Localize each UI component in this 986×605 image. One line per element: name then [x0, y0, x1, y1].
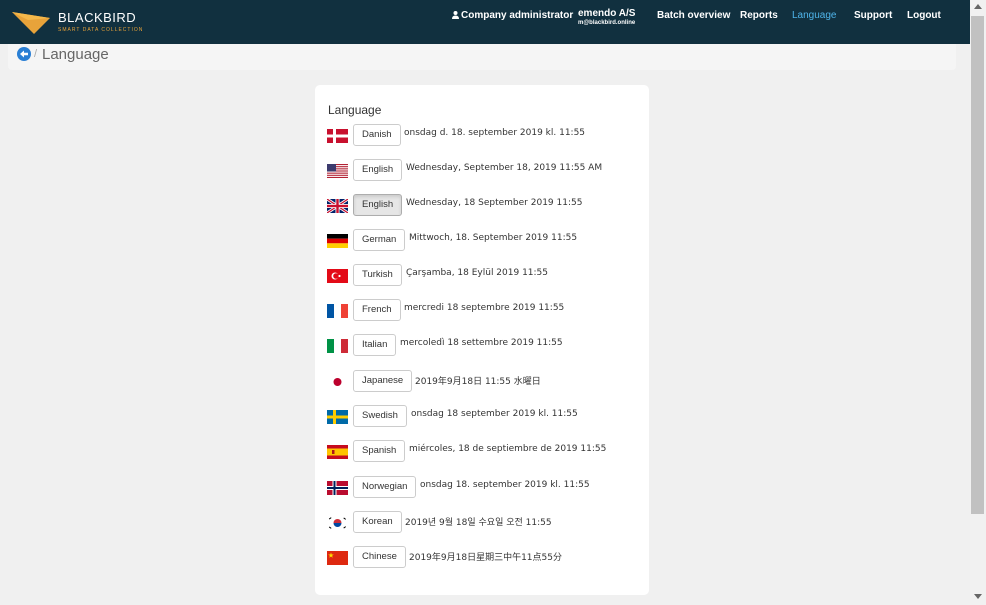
language-date-example: miércoles, 18 de septiembre de 2019 11:5…	[409, 444, 607, 454]
brand-tagline: SMART DATA COLLECTION	[58, 27, 144, 33]
nav-company-administrator[interactable]: Company administrator	[452, 10, 573, 21]
nav-batch-overview[interactable]: Batch overview	[657, 10, 730, 21]
language-date-example: mercredi 18 septembre 2019 11:55	[404, 303, 565, 313]
back-arrow-circle-icon[interactable]	[17, 47, 31, 61]
scroll-down-arrow-icon[interactable]	[974, 594, 982, 599]
scroll-up-arrow-icon[interactable]	[974, 4, 982, 9]
flag-uk-icon	[327, 199, 348, 213]
flag-germany-icon	[327, 234, 348, 248]
language-date-example: 2019年9月18日 11:55 水曜日	[415, 377, 541, 387]
language-button-italian[interactable]: Italian	[353, 334, 397, 356]
flag-norway-icon	[327, 481, 348, 495]
language-button-danish[interactable]: Danish	[353, 124, 401, 146]
page-title: Language	[42, 46, 109, 63]
flag-sweden-icon	[327, 410, 348, 424]
language-button-english-uk[interactable]: English	[353, 194, 403, 216]
language-date-example: mercoledì 18 settembre 2019 11:55	[400, 338, 563, 348]
flag-japan-icon	[327, 375, 348, 389]
scrollbar-thumb[interactable]	[971, 16, 984, 514]
flag-china-icon	[327, 551, 348, 565]
language-button-turkish[interactable]: Turkish	[353, 264, 402, 286]
org-name: emendo A/S	[578, 8, 636, 19]
flag-france-icon	[327, 304, 348, 318]
breadcrumb-separator: /	[34, 48, 38, 60]
language-button-korean[interactable]: Korean	[353, 511, 402, 533]
flag-turkey-icon	[327, 269, 348, 283]
nav-company-administrator-label: Company administrator	[461, 10, 574, 21]
language-button-swedish[interactable]: Swedish	[353, 405, 407, 427]
blackbird-logo-icon[interactable]	[12, 10, 52, 36]
language-card: Language Danish onsdag d. 18. september …	[315, 85, 649, 595]
language-button-chinese[interactable]: Chinese	[353, 546, 406, 568]
flag-korea-icon	[327, 516, 348, 530]
language-button-spanish[interactable]: Spanish	[353, 440, 406, 462]
flag-usa-icon	[327, 164, 348, 178]
page-scrollbar[interactable]	[970, 0, 986, 605]
language-date-example: onsdag 18 september 2019 kl. 11:55	[411, 409, 578, 419]
brand-name: BLACKBIRD	[58, 10, 137, 25]
card-title: Language	[328, 103, 382, 117]
top-navbar: BLACKBIRD SMART DATA COLLECTION Company …	[0, 0, 970, 44]
language-button-japanese[interactable]: Japanese	[353, 370, 413, 392]
language-date-example: onsdag 18. september 2019 kl. 11:55	[420, 480, 590, 490]
org-email: m@blackbird.online	[578, 20, 636, 26]
language-button-german[interactable]: German	[353, 229, 406, 251]
nav-language[interactable]: Language	[792, 10, 837, 21]
flag-denmark-icon	[327, 129, 348, 143]
language-date-example: onsdag d. 18. september 2019 kl. 11:55	[404, 128, 586, 138]
nav-reports[interactable]: Reports	[740, 10, 778, 21]
language-button-english-us[interactable]: English	[353, 159, 403, 181]
language-date-example: Çarşamba, 18 Eylül 2019 11:55	[406, 268, 549, 278]
breadcrumb: / Language	[8, 44, 956, 70]
flag-spain-icon	[327, 445, 348, 459]
language-date-example: Wednesday, September 18, 2019 11:55 AM	[406, 163, 603, 173]
nav-logout[interactable]: Logout	[907, 10, 941, 21]
language-date-example: Wednesday, 18 September 2019 11:55	[406, 198, 583, 208]
language-date-example: 2019년 9월 18일 수요일 오전 11:55	[405, 518, 552, 528]
flag-italy-icon	[327, 339, 348, 353]
nav-support[interactable]: Support	[854, 10, 892, 21]
language-button-norwegian[interactable]: Norwegian	[353, 476, 417, 498]
language-button-french[interactable]: French	[353, 299, 401, 321]
language-date-example: Mittwoch, 18. September 2019 11:55	[409, 233, 578, 243]
user-icon	[452, 11, 459, 19]
language-date-example: 2019年9月18日星期三中午11点55分	[409, 553, 562, 563]
